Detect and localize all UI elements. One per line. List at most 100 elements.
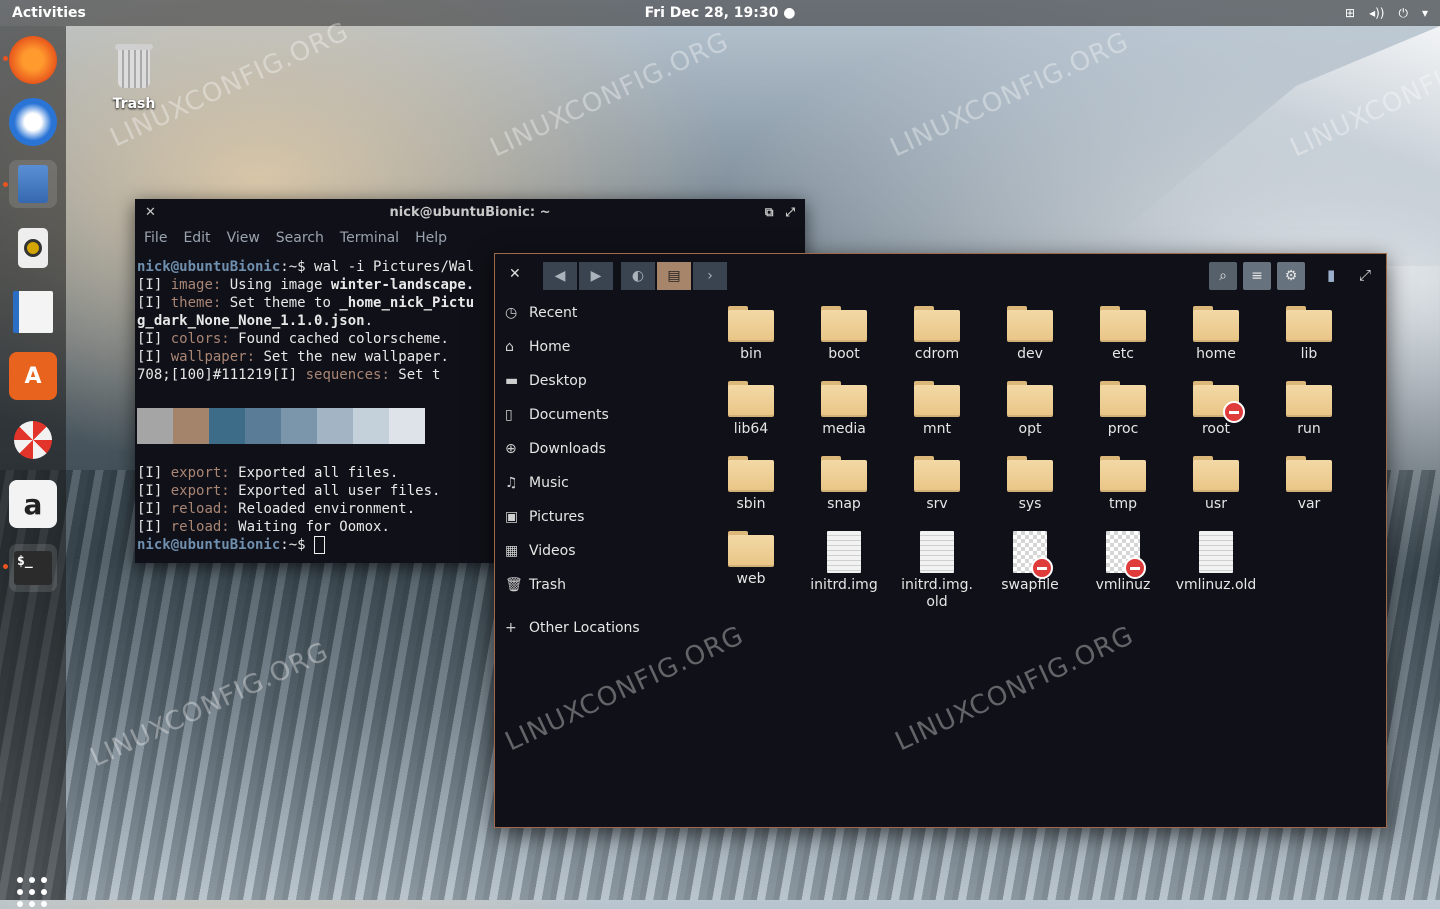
path-right-button[interactable]: › (693, 262, 727, 290)
file-item[interactable]: snap (798, 456, 890, 513)
file-item[interactable]: proc (1077, 381, 1169, 438)
path-root-button[interactable]: ▤ (657, 262, 691, 290)
file-item[interactable]: initrd.img. old (891, 531, 983, 611)
file-item[interactable]: vmlinuz (1077, 531, 1169, 594)
menu-file[interactable]: File (144, 230, 167, 246)
terminal-output[interactable]: nick@ubuntuBionic:~$ wal -i Pictures/Wal… (135, 251, 497, 384)
file-item[interactable]: dev (984, 306, 1076, 363)
close-icon[interactable]: ✕ (509, 266, 521, 282)
file-item[interactable]: root (1170, 381, 1262, 438)
file-item[interactable]: var (1263, 456, 1355, 513)
menu-button[interactable]: ⚙ (1277, 262, 1305, 290)
file-item[interactable]: etc (1077, 306, 1169, 363)
file-item[interactable]: vmlinuz.old (1170, 531, 1262, 594)
show-applications-icon[interactable] (17, 877, 49, 909)
path-left-button[interactable]: ◐ (621, 262, 655, 290)
file-item[interactable]: lib64 (705, 381, 797, 438)
log-text: Waiting for Oomox. (229, 519, 390, 535)
network-icon[interactable]: ⊞ (1345, 6, 1355, 20)
log-tag: [I] (137, 501, 163, 517)
file-item-name: media (822, 421, 866, 437)
sidebar-item-desktop[interactable]: ▬ Desktop (495, 364, 700, 398)
thunderbird-icon[interactable] (9, 98, 57, 146)
file-item[interactable]: sbin (705, 456, 797, 513)
log-text: Exported all user files. (229, 483, 441, 499)
sidebar-item-trash[interactable]: 🗑 Trash (495, 568, 700, 602)
file-item[interactable]: sys (984, 456, 1076, 513)
log-key: export: (162, 465, 230, 481)
search-icon: ⌕ (1219, 268, 1227, 284)
firefox-icon[interactable] (9, 36, 57, 84)
sidebar-item-downloads[interactable]: ⊕ Downloads (495, 432, 700, 466)
menu-search[interactable]: Search (276, 230, 324, 246)
volume-icon[interactable]: ◂)) (1369, 6, 1384, 20)
terminal-titlebar[interactable]: ✕ nick@ubuntuBionic: ~ ⧉ ⤢ (135, 199, 805, 225)
file-item[interactable]: boot (798, 306, 890, 363)
folder-icon (1100, 306, 1146, 342)
file-item[interactable]: mnt (891, 381, 983, 438)
files-window[interactable]: ✕ ◀ ▶ ◐ ▤ › ⌕ ≡ ⚙ ▮ ⤢ ◷ Recent ⌂ Home ▬ Des… (494, 253, 1387, 828)
sidebar-item-home[interactable]: ⌂ Home (495, 330, 700, 364)
watermark: LINUXCONFIG.ORG (485, 26, 734, 164)
sidebar-item-recent[interactable]: ◷ Recent (495, 296, 700, 330)
top-bar: Activities Fri Dec 28, 19:30 ● ⊞ ◂)) ⏻ ▾ (0, 0, 1440, 26)
menu-help[interactable]: Help (415, 230, 447, 246)
files-icon[interactable] (9, 160, 57, 208)
sidebar-item-label: Documents (529, 407, 609, 423)
system-tray[interactable]: ⊞ ◂)) ⏻ ▾ (1345, 0, 1428, 26)
bookmark-icon[interactable]: ▮ (1327, 266, 1335, 284)
videos-icon: ▦ (505, 543, 519, 559)
sidebar-item-label: Other Locations (529, 620, 640, 636)
folder-icon (728, 306, 774, 342)
power-icon[interactable]: ⏻ (1398, 6, 1408, 21)
forward-button[interactable]: ▶ (579, 262, 613, 290)
file-item[interactable]: lib (1263, 306, 1355, 363)
sidebar-item-label: Pictures (529, 509, 585, 525)
activities-button[interactable]: Activities (12, 5, 86, 21)
terminal-menubar: File Edit View Search Terminal Help (135, 225, 805, 251)
file-item[interactable]: media (798, 381, 890, 438)
file-item[interactable]: run (1263, 381, 1355, 438)
software-icon[interactable]: A (9, 352, 57, 400)
log-key: wallpaper: (162, 349, 256, 365)
amazon-icon[interactable]: a (9, 480, 57, 528)
file-item[interactable]: tmp (1077, 456, 1169, 513)
clock[interactable]: Fri Dec 28, 19:30 ● (645, 5, 796, 21)
close-icon[interactable]: ✕ (145, 205, 156, 220)
file-item[interactable]: bin (705, 306, 797, 363)
maximize-icon[interactable]: ⤢ (1359, 266, 1371, 284)
menu-terminal[interactable]: Terminal (340, 230, 399, 246)
sidebar-item-videos[interactable]: ▦ Videos (495, 534, 700, 568)
list-view-button[interactable]: ≡ (1243, 262, 1271, 290)
file-item[interactable]: opt (984, 381, 1076, 438)
file-item[interactable]: web (705, 531, 797, 588)
chevron-down-icon[interactable]: ▾ (1422, 6, 1428, 20)
new-tab-icon[interactable]: ⧉ (765, 205, 774, 220)
folder-icon (1100, 456, 1146, 492)
sidebar-item-pictures[interactable]: ▣ Pictures (495, 500, 700, 534)
search-button[interactable]: ⌕ (1209, 262, 1237, 290)
sidebar-item-other-locations[interactable]: + Other Locations (495, 611, 700, 645)
writer-icon[interactable] (9, 288, 57, 336)
file-item[interactable]: cdrom (891, 306, 983, 363)
terminal-icon[interactable]: $_ (9, 544, 57, 592)
file-item[interactable]: swapfile (984, 531, 1076, 594)
sidebar-item-label: Trash (529, 577, 566, 593)
file-item[interactable]: home (1170, 306, 1262, 363)
desktop-trash[interactable]: Trash (106, 44, 162, 112)
back-button[interactable]: ◀ (543, 262, 577, 290)
maximize-icon[interactable]: ⤢ (785, 205, 795, 220)
rhythmbox-icon[interactable] (9, 224, 57, 272)
help-icon[interactable] (9, 416, 57, 464)
sidebar-item-documents[interactable]: ▯ Documents (495, 398, 700, 432)
menu-edit[interactable]: Edit (183, 230, 210, 246)
file-item[interactable]: srv (891, 456, 983, 513)
file-item-name: srv (926, 496, 948, 512)
menu-view[interactable]: View (227, 230, 260, 246)
file-item[interactable]: initrd.img (798, 531, 890, 594)
file-item[interactable]: usr (1170, 456, 1262, 513)
sidebar-item-music[interactable]: ♫ Music (495, 466, 700, 500)
log-text: 708;[100]#111219 (137, 367, 272, 383)
files-headerbar[interactable]: ✕ ◀ ▶ ◐ ▤ › ⌕ ≡ ⚙ ▮ ⤢ (495, 254, 1386, 296)
terminal-output-tail[interactable]: [I] export: Exported all files. [I] expo… (135, 464, 497, 554)
